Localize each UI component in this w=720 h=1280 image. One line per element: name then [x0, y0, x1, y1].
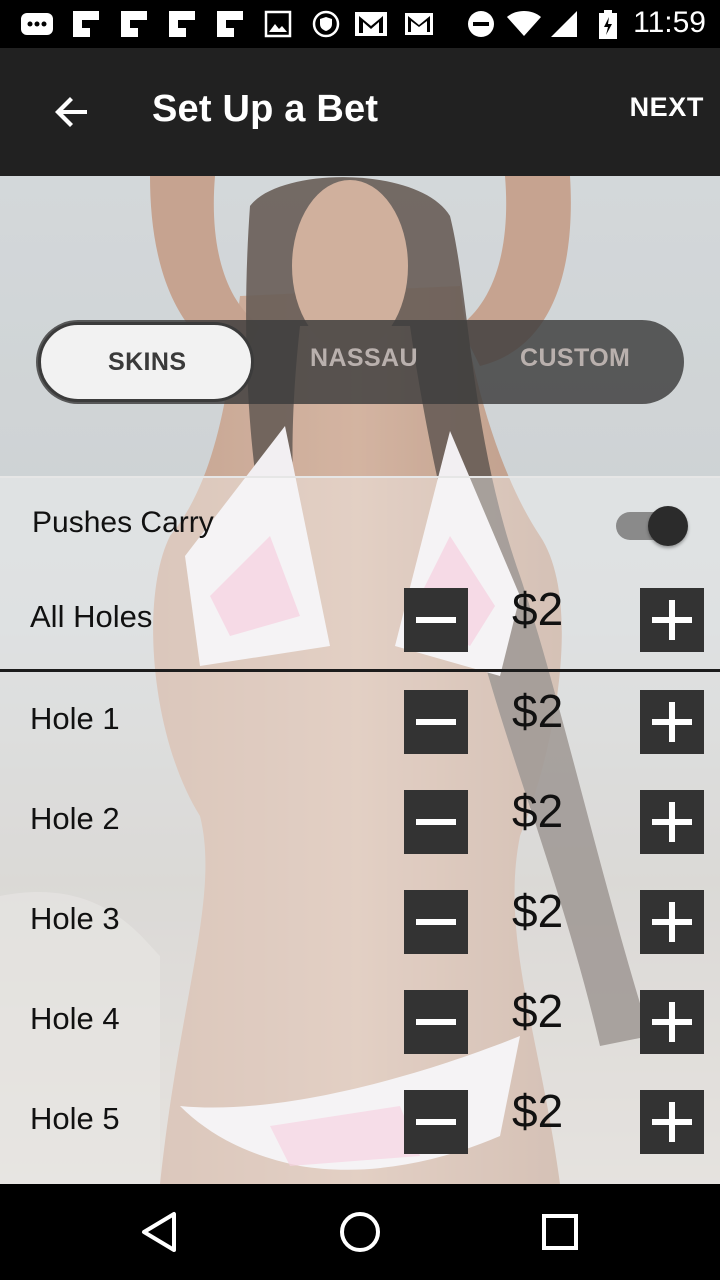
- clock: 11:59: [633, 6, 706, 39]
- minus-icon: [416, 919, 456, 925]
- hole-label: Hole 2: [30, 801, 120, 836]
- tab-skins-label[interactable]: SKINS: [108, 348, 186, 377]
- pushes-carry-label: Pushes Carry: [32, 506, 214, 539]
- back-button[interactable]: [44, 80, 100, 144]
- plus-icon: [652, 1102, 692, 1142]
- hole-1-increment-button[interactable]: [640, 690, 704, 754]
- hole-label: Hole 4: [30, 1001, 120, 1036]
- navigation-bar: [0, 1184, 720, 1280]
- hole-label: Hole 3: [30, 901, 120, 936]
- hole-4-increment-button[interactable]: [640, 990, 704, 1054]
- nav-home-icon[interactable]: [336, 1208, 384, 1256]
- pushes-carry-toggle-thumb[interactable]: [648, 506, 688, 546]
- shield-icon: [312, 10, 340, 38]
- all-holes-increment-button[interactable]: [640, 588, 704, 652]
- image-icon: [264, 10, 292, 38]
- hole-label: Hole 5: [30, 1101, 120, 1136]
- hole-5-decrement-button[interactable]: [404, 1090, 468, 1154]
- all-holes-decrement-button[interactable]: [404, 588, 468, 652]
- hole-1-decrement-button[interactable]: [404, 690, 468, 754]
- plus-icon: [652, 902, 692, 942]
- plus-icon: [652, 600, 692, 640]
- tab-nassau[interactable]: NASSAU: [310, 344, 418, 373]
- nav-recents-icon[interactable]: [536, 1208, 584, 1256]
- flipboard-icon: [73, 11, 99, 37]
- status-bar: 11:59: [0, 0, 720, 48]
- battery-icon: [599, 10, 617, 39]
- hole-2-decrement-button[interactable]: [404, 790, 468, 854]
- hole-5-increment-button[interactable]: [640, 1090, 704, 1154]
- gmail-icon: [405, 13, 433, 35]
- tab-custom[interactable]: CUSTOM: [520, 344, 630, 373]
- chat-icon: [21, 13, 53, 35]
- flipboard-icon: [169, 11, 195, 37]
- hole-amount: $2: [512, 985, 564, 1037]
- minus-icon: [416, 617, 456, 623]
- plus-icon: [652, 702, 692, 742]
- minus-icon: [416, 1019, 456, 1025]
- hole-3-decrement-button[interactable]: [404, 890, 468, 954]
- plus-icon: [652, 802, 692, 842]
- divider: [0, 669, 720, 672]
- signal-icon: [551, 11, 577, 37]
- panel-top-edge: [0, 476, 720, 478]
- hole-amount: $2: [512, 785, 564, 837]
- app-bar: Set Up a Bet NEXT: [0, 48, 720, 176]
- wifi-icon: [507, 11, 541, 36]
- next-button[interactable]: NEXT: [630, 92, 704, 123]
- flipboard-icon: [217, 11, 243, 37]
- arrow-back-icon: [55, 97, 87, 127]
- hole-4-decrement-button[interactable]: [404, 990, 468, 1054]
- hole-3-increment-button[interactable]: [640, 890, 704, 954]
- nav-back-icon[interactable]: [136, 1208, 184, 1256]
- all-holes-label: All Holes: [30, 599, 153, 634]
- gmail-icon: [355, 12, 387, 36]
- hole-2-increment-button[interactable]: [640, 790, 704, 854]
- all-holes-amount: $2: [512, 583, 564, 635]
- hole-amount: $2: [512, 685, 564, 737]
- page-title: Set Up a Bet: [152, 88, 379, 130]
- hole-amount: $2: [512, 1085, 564, 1137]
- flipboard-icon: [121, 11, 147, 37]
- do-not-disturb-icon: [468, 11, 494, 37]
- minus-icon: [416, 1119, 456, 1125]
- hole-amount: $2: [512, 885, 564, 937]
- plus-icon: [652, 1002, 692, 1042]
- bet-type-tabs: SKINS NASSAU CUSTOM: [36, 320, 684, 404]
- hole-label: Hole 1: [30, 701, 120, 736]
- minus-icon: [416, 719, 456, 725]
- minus-icon: [416, 819, 456, 825]
